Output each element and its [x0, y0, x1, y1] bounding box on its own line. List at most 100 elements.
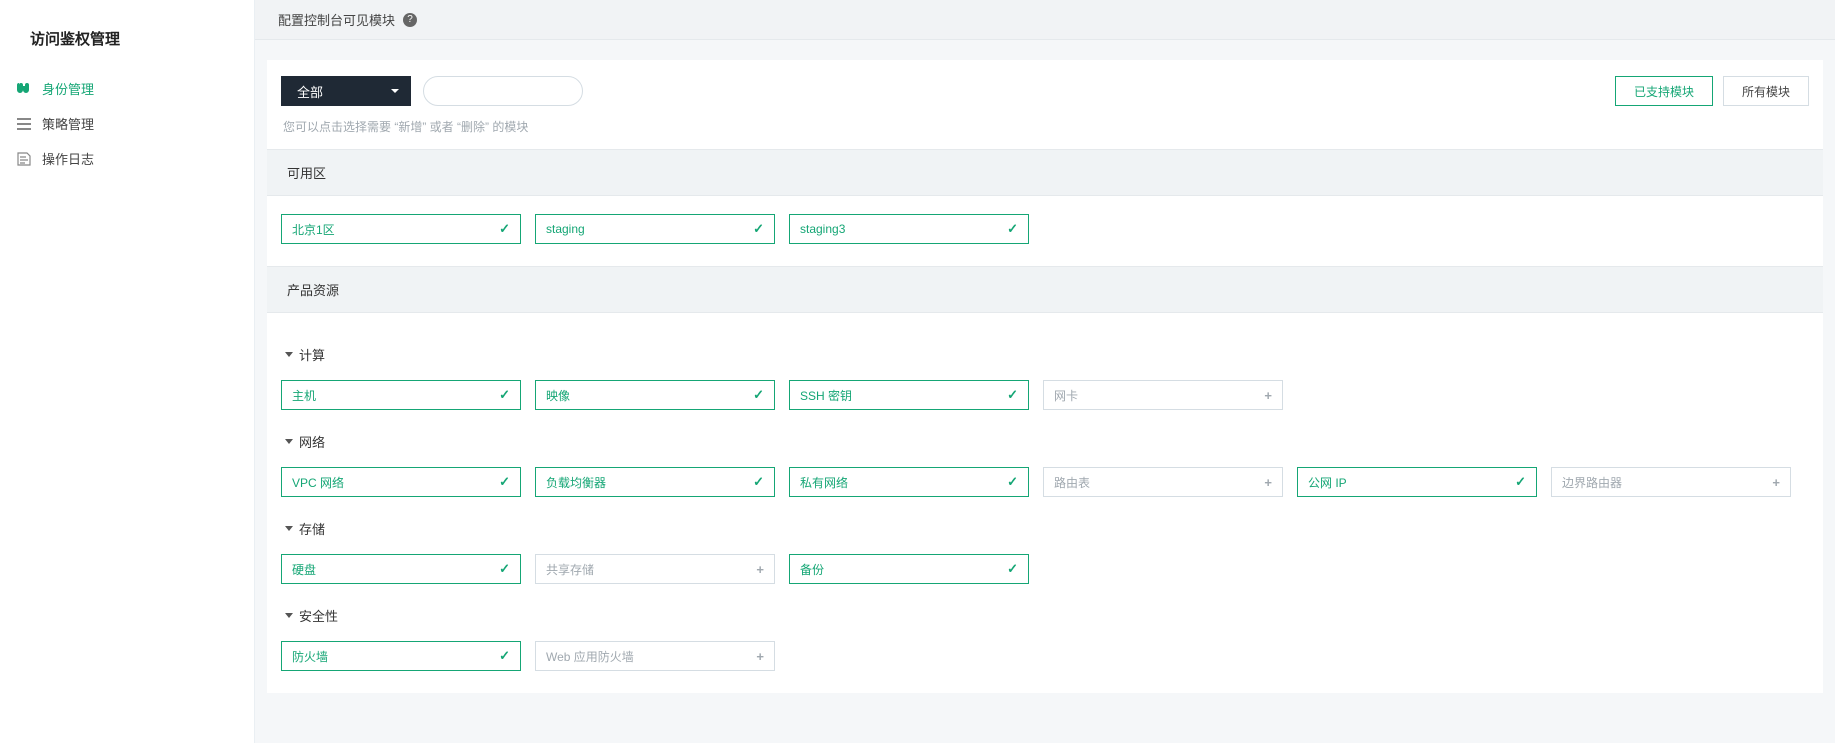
toolbar-hint: 您可以点击选择需要 “新增” 或者 “删除” 的模块 [267, 112, 1823, 149]
module-chip[interactable]: SSH 密钥✓ [789, 380, 1029, 410]
section-body: 计算主机✓映像✓SSH 密钥✓网卡+网络VPC 网络✓负载均衡器✓私有网络✓路由… [267, 313, 1823, 693]
plus-icon: + [1264, 388, 1272, 403]
content-card: 全部 已支持模块 所有模块 您可以点击选择需要 “新增” 或者 “删除” 的模块… [267, 60, 1823, 693]
module-chip[interactable]: 公网 IP ✓ [1297, 467, 1537, 497]
module-chip[interactable]: 主机 ✓ [281, 380, 521, 410]
chip-label: 共享存储 [546, 561, 594, 578]
module-chip[interactable]: staging3 ✓ [789, 214, 1029, 244]
check-icon: ✓ [499, 387, 510, 403]
chevron-down-icon [285, 352, 293, 357]
module-chip[interactable]: VPC 网络 ✓ [281, 467, 521, 497]
supported-modules-button[interactable]: 已支持模块 [1615, 76, 1713, 106]
chip-label: 边界路由器 [1562, 474, 1622, 491]
module-chip[interactable]: 网卡 + [1043, 380, 1283, 410]
subgroup: 存储硬盘 ✓ 共享存储 + 备份 ✓ [281, 501, 1809, 588]
subgroup-label: 计算 [299, 345, 325, 364]
check-icon: ✓ [753, 221, 764, 237]
check-icon: ✓ [1007, 561, 1018, 577]
module-chip[interactable]: 映像 ✓ [535, 380, 775, 410]
module-chip[interactable]: staging ✓ [535, 214, 775, 244]
sidebar-title: 访问鉴权管理 [0, 18, 254, 71]
check-icon: ✓ [499, 648, 510, 664]
sidebar-item-1[interactable]: 策略管理 [0, 106, 254, 141]
subgroup: 计算主机✓映像✓SSH 密钥✓网卡+ [281, 327, 1809, 414]
chip-label: staging [546, 222, 585, 236]
chip-label: 映像 [546, 387, 570, 404]
log-icon [16, 151, 32, 167]
plus-icon: + [756, 562, 764, 577]
subgroup-title[interactable]: 安全性 [281, 602, 1809, 637]
module-chip[interactable]: 共享存储 + [535, 554, 775, 584]
module-chip[interactable]: 私有网络 ✓ [789, 467, 1029, 497]
subgroup-title[interactable]: 计算 [281, 341, 1809, 376]
check-icon: ✓ [1515, 474, 1526, 490]
plus-icon: + [1264, 475, 1272, 490]
check-icon: ✓ [753, 474, 764, 490]
list-icon [16, 116, 32, 132]
chip-row: 北京1区 ✓ staging ✓ staging3 ✓ [281, 210, 1809, 248]
chevron-down-icon [285, 613, 293, 618]
search-input[interactable] [423, 76, 583, 106]
toolbar: 全部 已支持模块 所有模块 [267, 60, 1823, 112]
chip-label: 私有网络 [800, 474, 848, 491]
chip-label: Web 应用防火墙 [546, 648, 634, 665]
filter-dropdown[interactable]: 全部 [281, 76, 411, 106]
section-heading: 产品资源 [267, 266, 1823, 313]
plus-icon: + [756, 649, 764, 664]
check-icon: ✓ [499, 561, 510, 577]
subgroup: 安全性防火墙✓ Web 应用防火墙 + [281, 588, 1809, 675]
check-icon: ✓ [1007, 387, 1018, 403]
module-chip[interactable]: 路由表+ [1043, 467, 1283, 497]
module-chip[interactable]: 边界路由器 + [1551, 467, 1791, 497]
subgroup-title[interactable]: 存储 [281, 515, 1809, 550]
panel-header: 配置控制台可见模块 ? [255, 0, 1835, 40]
toolbar-actions: 已支持模块 所有模块 [1615, 76, 1809, 106]
check-icon: ✓ [499, 474, 510, 490]
check-icon: ✓ [1007, 221, 1018, 237]
subgroup-label: 网络 [299, 432, 325, 451]
main: 配置控制台可见模块 ? 全部 已支持模块 所有模块 您可以点击选择需要 “新增”… [255, 0, 1835, 743]
chip-label: staging3 [800, 222, 845, 236]
chip-label: 负载均衡器 [546, 474, 606, 491]
chip-label: 主机 [292, 387, 316, 404]
check-icon: ✓ [499, 221, 510, 237]
sidebar-item-label: 身份管理 [42, 79, 94, 98]
subgroup-label: 存储 [299, 519, 325, 538]
module-chip[interactable]: 负载均衡器 ✓ [535, 467, 775, 497]
check-icon: ✓ [1007, 474, 1018, 490]
section-heading: 可用区 [267, 149, 1823, 196]
module-chip[interactable]: 备份 ✓ [789, 554, 1029, 584]
sidebar-item-label: 操作日志 [42, 149, 94, 168]
subgroup-title[interactable]: 网络 [281, 428, 1809, 463]
chip-label: 网卡 [1054, 387, 1078, 404]
chip-label: VPC 网络 [292, 474, 344, 491]
help-icon[interactable]: ? [403, 13, 417, 27]
sidebar: 访问鉴权管理 身份管理策略管理操作日志 [0, 0, 255, 743]
chevron-down-icon [391, 89, 399, 93]
chip-row: 主机✓映像✓SSH 密钥✓网卡+ [281, 376, 1809, 414]
panel-title: 配置控制台可见模块 [278, 10, 395, 29]
sidebar-item-0[interactable]: 身份管理 [0, 71, 254, 106]
binoculars-icon [16, 81, 32, 97]
sidebar-item-label: 策略管理 [42, 114, 94, 133]
filter-dropdown-label: 全部 [297, 82, 323, 101]
chip-row: 硬盘 ✓ 共享存储 + 备份 ✓ [281, 550, 1809, 588]
chip-label: 北京1区 [292, 221, 335, 238]
chip-label: 硬盘 [292, 561, 316, 578]
chip-label: 公网 IP [1308, 474, 1347, 491]
module-chip[interactable]: 北京1区 ✓ [281, 214, 521, 244]
check-icon: ✓ [753, 387, 764, 403]
chevron-down-icon [285, 439, 293, 444]
module-chip[interactable]: 防火墙✓ [281, 641, 521, 671]
chip-row: 防火墙✓ Web 应用防火墙 + [281, 637, 1809, 675]
module-chip[interactable]: Web 应用防火墙 + [535, 641, 775, 671]
chevron-down-icon [285, 526, 293, 531]
all-modules-button[interactable]: 所有模块 [1723, 76, 1809, 106]
plus-icon: + [1772, 475, 1780, 490]
module-chip[interactable]: 硬盘 ✓ [281, 554, 521, 584]
sidebar-item-2[interactable]: 操作日志 [0, 141, 254, 176]
chip-label: 备份 [800, 561, 824, 578]
subgroup: 网络 VPC 网络 ✓ 负载均衡器 ✓ 私有网络 ✓ 路由表+ 公网 IP ✓ 边界路由器 + [281, 414, 1809, 501]
section-body: 北京1区 ✓ staging ✓ staging3 ✓ [267, 196, 1823, 266]
chip-row: VPC 网络 ✓ 负载均衡器 ✓ 私有网络 ✓ 路由表+ 公网 IP ✓ 边界路由器 + [281, 463, 1809, 501]
